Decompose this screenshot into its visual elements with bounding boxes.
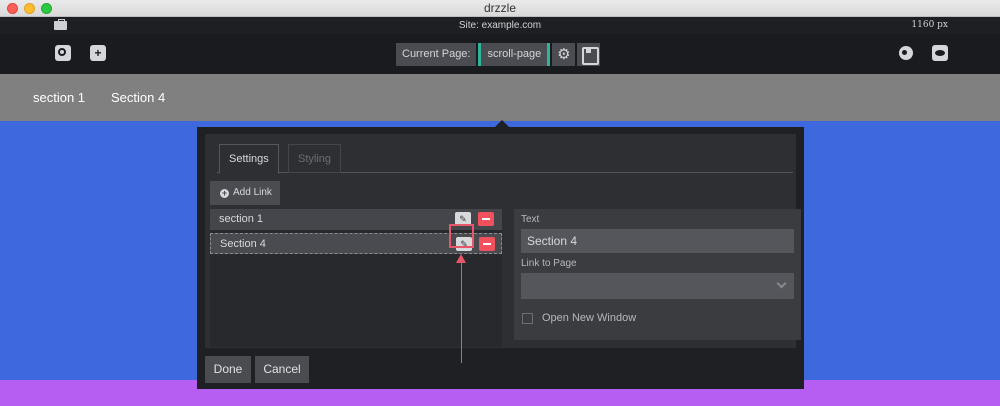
link-text-input[interactable]: Section 4 (521, 229, 794, 253)
open-new-window-checkbox[interactable] (522, 313, 533, 324)
popover-panel: Settings Styling + Add Link section 1 ✎ … (205, 134, 801, 348)
plus-icon: + (94, 46, 102, 60)
remove-link-button[interactable] (478, 212, 494, 226)
pencil-icon: ✎ (459, 214, 467, 224)
add-link-button[interactable]: + Add Link (210, 181, 280, 205)
search-icon (58, 48, 66, 56)
link-properties: Text Section 4 Link to Page Open New Win… (514, 209, 801, 340)
tab-settings[interactable]: Settings (219, 144, 279, 174)
viewport-width-label: 1160 px (911, 20, 948, 30)
editor-toolbar: + Current Page: scroll-page ⚙ (0, 34, 1000, 74)
plus-circle-icon: + (220, 187, 229, 198)
page-settings-button[interactable]: ⚙ (552, 43, 576, 66)
remove-link-button[interactable] (479, 237, 495, 251)
page-nav-bar: section 1 Section 4 (0, 74, 1000, 121)
gear-icon: ⚙ (557, 46, 571, 63)
globe-icon[interactable] (899, 46, 913, 60)
site-bar: Site: example.com 1160 px (0, 17, 1000, 34)
cancel-button[interactable]: Cancel (255, 356, 309, 383)
popover-tabs: Settings Styling (217, 144, 793, 174)
add-page-button[interactable]: + (90, 45, 106, 61)
site-label: Site: example.com (458, 20, 542, 31)
current-page-group: Current Page: scroll-page ⚙ (396, 43, 601, 66)
link-to-page-select[interactable] (521, 273, 794, 299)
chevron-down-icon (776, 278, 787, 289)
nav-link-section-1[interactable]: section 1 (33, 90, 85, 105)
link-to-page-label: Link to Page (521, 258, 577, 269)
tab-styling[interactable]: Styling (288, 144, 342, 173)
link-label: Section 4 (220, 238, 266, 250)
nav-settings-popover: Settings Styling + Add Link section 1 ✎ … (197, 127, 804, 389)
nav-link-section-4[interactable]: Section 4 (111, 90, 165, 105)
current-page-select[interactable]: scroll-page (478, 43, 551, 66)
done-button[interactable]: Done (205, 356, 251, 383)
text-field-label: Text (521, 214, 540, 225)
window-titlebar: drzzle (0, 0, 1000, 17)
link-label: section 1 (219, 213, 264, 225)
save-page-button[interactable] (577, 43, 601, 66)
annotation-highlight-box (449, 224, 474, 248)
app-title: drzzle (483, 1, 516, 15)
open-new-window-label[interactable]: Open New Window (542, 312, 636, 324)
popover-caret (495, 120, 509, 127)
annotation-arrow-line (461, 257, 462, 363)
add-link-label: Add Link (233, 187, 272, 198)
current-page-label: Current Page: (396, 43, 477, 66)
search-page-button[interactable] (55, 45, 71, 61)
preview-eye-icon[interactable] (932, 45, 948, 61)
